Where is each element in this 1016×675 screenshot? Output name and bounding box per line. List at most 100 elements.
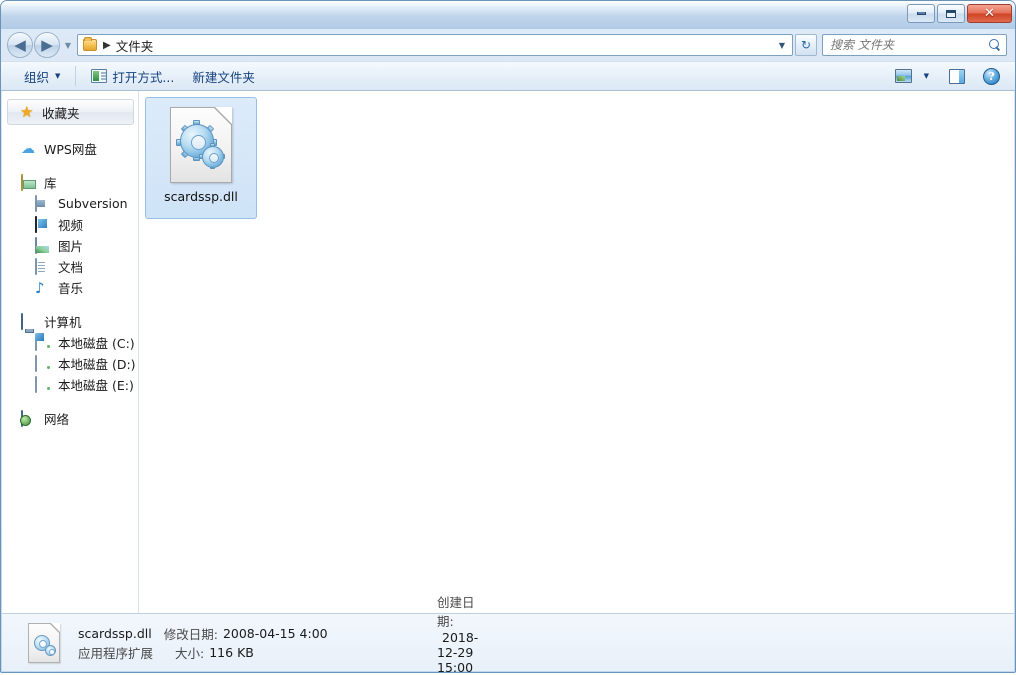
address-dropdown-button[interactable]: ▼ xyxy=(774,35,790,55)
command-toolbar: 组织 ▼ 打开方式... 新建文件夹 ▼ ? xyxy=(1,61,1015,91)
library-icon xyxy=(21,173,38,191)
sidebar-item-music[interactable]: ♪ 音乐 xyxy=(3,277,138,298)
detail-modified-value: 2008-04-15 4:00 xyxy=(222,625,328,641)
dll-gear-icon xyxy=(170,107,232,183)
explorer-window: ✕ ◀ ▶ ▼ ▶ 文件夹 ▼ ↻ 搜索 文件夹 组织 ▼ 打开方式... 新建… xyxy=(0,0,1016,675)
favorites-header[interactable]: ★ 收藏夹 xyxy=(7,99,134,125)
folder-icon xyxy=(82,37,98,52)
back-button[interactable]: ◀ xyxy=(7,32,33,58)
drive-icon xyxy=(35,354,52,372)
breadcrumb-path[interactable]: 文件夹 xyxy=(116,36,154,55)
sidebar-item-pictures[interactable]: 图片 xyxy=(3,235,138,256)
sidebar-item-label: 网络 xyxy=(44,412,70,427)
network-icon xyxy=(21,409,38,427)
organize-label: 组织 xyxy=(24,69,50,85)
favorites-label: 收藏夹 xyxy=(42,105,80,121)
sidebar-item-wps[interactable]: ☁ WPS网盘 xyxy=(3,138,138,159)
file-list-view[interactable]: scardssp.dll xyxy=(139,91,1014,613)
detail-created-value: 2018-12-29 15:00 xyxy=(437,629,479,675)
sidebar-item-label: 文档 xyxy=(58,260,84,275)
maximize-button[interactable] xyxy=(937,4,965,23)
music-icon: ♪ xyxy=(35,278,45,297)
help-icon: ? xyxy=(983,67,1000,85)
sidebar-item-drive-e[interactable]: 本地磁盘 (E:) xyxy=(3,374,138,395)
organize-button[interactable]: 组织 ▼ xyxy=(15,64,69,88)
breadcrumb-separator: ▶ xyxy=(103,39,111,51)
sidebar-group-wps: ☁ WPS网盘 xyxy=(3,138,138,159)
sidebar-item-drive-d[interactable]: 本地磁盘 (D:) xyxy=(3,353,138,374)
maximize-icon xyxy=(946,9,956,18)
details-line-secondary: 应用程序扩展 大小: 116 KB xyxy=(78,643,328,662)
detail-size-label: 大小: xyxy=(175,645,205,661)
computer-icon xyxy=(21,312,38,330)
system-drive-icon xyxy=(35,333,52,351)
close-button[interactable]: ✕ xyxy=(967,4,1012,23)
recent-locations-button[interactable]: ▼ xyxy=(61,32,75,58)
preview-pane-icon xyxy=(949,68,965,84)
open-with-icon xyxy=(91,69,108,83)
video-icon xyxy=(35,215,52,233)
document-icon xyxy=(35,257,52,275)
file-item[interactable]: scardssp.dll xyxy=(145,97,257,219)
sidebar-item-label: 本地磁盘 (D:) xyxy=(58,357,136,372)
sidebar-item-label: 本地磁盘 (C:) xyxy=(58,336,135,351)
forward-arrow-icon: ▶ xyxy=(41,35,53,54)
refresh-button[interactable]: ↻ xyxy=(795,34,817,56)
view-dropdown-button[interactable]: ▼ xyxy=(921,64,940,88)
sidebar-item-computer[interactable]: 计算机 xyxy=(3,311,138,332)
search-box[interactable] xyxy=(822,34,1007,56)
sidebar-item-label: WPS网盘 xyxy=(44,142,97,157)
navigation-bar: ◀ ▶ ▼ ▶ 文件夹 ▼ ↻ xyxy=(1,29,1015,61)
explorer-body: ★ 收藏夹 ☁ WPS网盘 库 Subversion 视频 图片 文档 ♪ 音乐… xyxy=(2,91,1014,613)
window-controls: ✕ xyxy=(907,4,1012,23)
address-bar[interactable]: ▶ 文件夹 ▼ xyxy=(77,34,793,56)
drive-icon xyxy=(35,375,52,393)
detail-file-type: 应用程序扩展 xyxy=(78,645,154,661)
open-with-button[interactable]: 打开方式... xyxy=(82,64,183,88)
detail-modified-label: 修改日期: xyxy=(163,626,218,642)
sidebar-item-label: 视频 xyxy=(58,218,84,233)
picture-icon xyxy=(35,236,52,254)
details-line-primary: scardssp.dll 修改日期: 2008-04-15 4:00 创建日期:… xyxy=(78,595,478,675)
refresh-icon: ↻ xyxy=(800,38,812,52)
sidebar-item-documents[interactable]: 文档 xyxy=(3,256,138,277)
title-bar: ✕ xyxy=(1,1,1015,29)
sidebar-group-computer: 计算机 本地磁盘 (C:) 本地磁盘 (D:) 本地磁盘 (E:) xyxy=(3,311,138,395)
details-text: scardssp.dll 修改日期: 2008-04-15 4:00 创建日期:… xyxy=(78,595,478,675)
sidebar-item-label: 本地磁盘 (E:) xyxy=(58,378,134,393)
sidebar-item-network[interactable]: 网络 xyxy=(3,408,138,429)
detail-size-value: 116 KB xyxy=(209,644,254,660)
detail-file-name: scardssp.dll xyxy=(78,625,152,641)
view-icon xyxy=(894,69,912,83)
chevron-down-icon: ▼ xyxy=(778,40,786,50)
new-folder-button[interactable]: 新建文件夹 xyxy=(183,64,264,88)
dll-gear-icon xyxy=(28,622,60,663)
sidebar-item-videos[interactable]: 视频 xyxy=(3,214,138,235)
detail-created-label: 创建日期: xyxy=(437,594,475,629)
change-view-button[interactable] xyxy=(886,64,921,88)
toolbar-separator xyxy=(75,66,77,86)
sidebar-item-label: 库 xyxy=(44,176,57,191)
detail-created-group: 创建日期: 2018-12-29 15:00 xyxy=(437,592,478,675)
search-input[interactable] xyxy=(830,38,989,52)
preview-pane-button[interactable] xyxy=(940,64,974,88)
sidebar-item-subversion[interactable]: Subversion xyxy=(3,193,138,214)
file-name-label: scardssp.dll xyxy=(164,189,238,204)
sidebar-item-libraries[interactable]: 库 xyxy=(3,172,138,193)
toolbar-right-group: ▼ ? xyxy=(886,64,1009,88)
sidebar-item-drive-c[interactable]: 本地磁盘 (C:) xyxy=(3,332,138,353)
minimize-icon xyxy=(916,12,926,15)
minimize-button[interactable] xyxy=(907,4,935,23)
chevron-down-icon: ▼ xyxy=(55,72,61,80)
sidebar-item-label: 音乐 xyxy=(58,281,84,296)
chevron-down-icon: ▼ xyxy=(64,40,72,50)
sidebar-group-network: 网络 xyxy=(3,408,138,429)
new-folder-label: 新建文件夹 xyxy=(192,69,255,85)
close-icon: ✕ xyxy=(984,6,995,21)
chevron-down-icon: ▼ xyxy=(923,72,929,80)
forward-button[interactable]: ▶ xyxy=(34,32,60,58)
subversion-icon xyxy=(35,194,52,212)
sidebar-item-label: Subversion xyxy=(58,196,128,211)
navigation-pane: ★ 收藏夹 ☁ WPS网盘 库 Subversion 视频 图片 文档 ♪ 音乐… xyxy=(3,91,139,613)
help-button[interactable]: ? xyxy=(974,64,1009,88)
